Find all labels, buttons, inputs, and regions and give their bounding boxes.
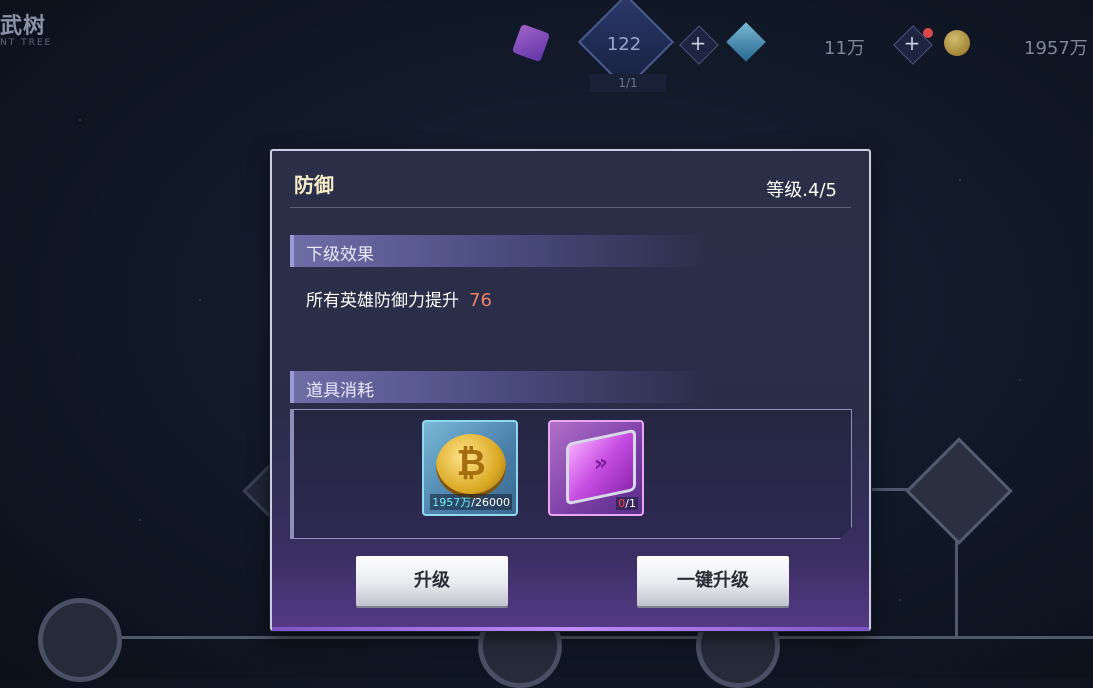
page-subtitle: NT TREE <box>0 38 53 48</box>
plus-icon: + <box>689 31 707 55</box>
section-label: 下级效果 <box>306 245 374 265</box>
dialog-title: 防御 <box>294 173 334 197</box>
purple-gem-icon <box>511 23 551 63</box>
tree-node-crest-icon[interactable] <box>905 437 1013 545</box>
next-effect-header: 下级效果 <box>290 235 710 267</box>
item-count: 0/1 <box>616 497 638 510</box>
cost-item-chip[interactable]: » 0/1 <box>548 420 644 516</box>
diamond-icon <box>726 22 766 62</box>
skill-level: 等级.4/5 <box>766 180 837 201</box>
upgrade-dialog: 防御 等级.4/5 下级效果 所有英雄防御力提升 76 道具消耗 ₿ 1957万/… <box>270 149 871 631</box>
effect-row: 所有英雄防御力提升 76 <box>306 286 492 311</box>
gold-coin-icon: ₿ <box>436 434 506 498</box>
tree-node-heart-icon[interactable] <box>38 598 122 682</box>
coin-count: 1957万 <box>1024 38 1088 59</box>
gold-coin-icon <box>944 30 970 56</box>
purple-chip-icon: » <box>566 428 636 506</box>
item-count: 1957万/26000 <box>430 494 512 510</box>
one-click-upgrade-button[interactable]: 一键升级 <box>637 556 789 606</box>
cost-item-coin[interactable]: ₿ 1957万/26000 <box>422 420 518 516</box>
effect-value: 76 <box>469 290 492 311</box>
diamond-count: 11万 <box>824 38 865 59</box>
resource-bar: 122 + 11万 + 1957万 <box>511 0 1092 91</box>
level-progress: 1/1 <box>590 74 666 92</box>
level-number: 122 <box>606 34 642 55</box>
section-label: 道具消耗 <box>306 381 374 401</box>
tree-connector <box>120 636 1093 639</box>
tree-connector <box>955 530 958 636</box>
notification-dot <box>923 28 933 38</box>
cost-header: 道具消耗 <box>290 371 710 403</box>
divider <box>290 207 851 208</box>
plus-icon: + <box>903 31 921 55</box>
effect-description: 所有英雄防御力提升 <box>306 291 459 311</box>
upgrade-button[interactable]: 升级 <box>356 556 508 606</box>
page-title: 武树 <box>0 14 47 39</box>
